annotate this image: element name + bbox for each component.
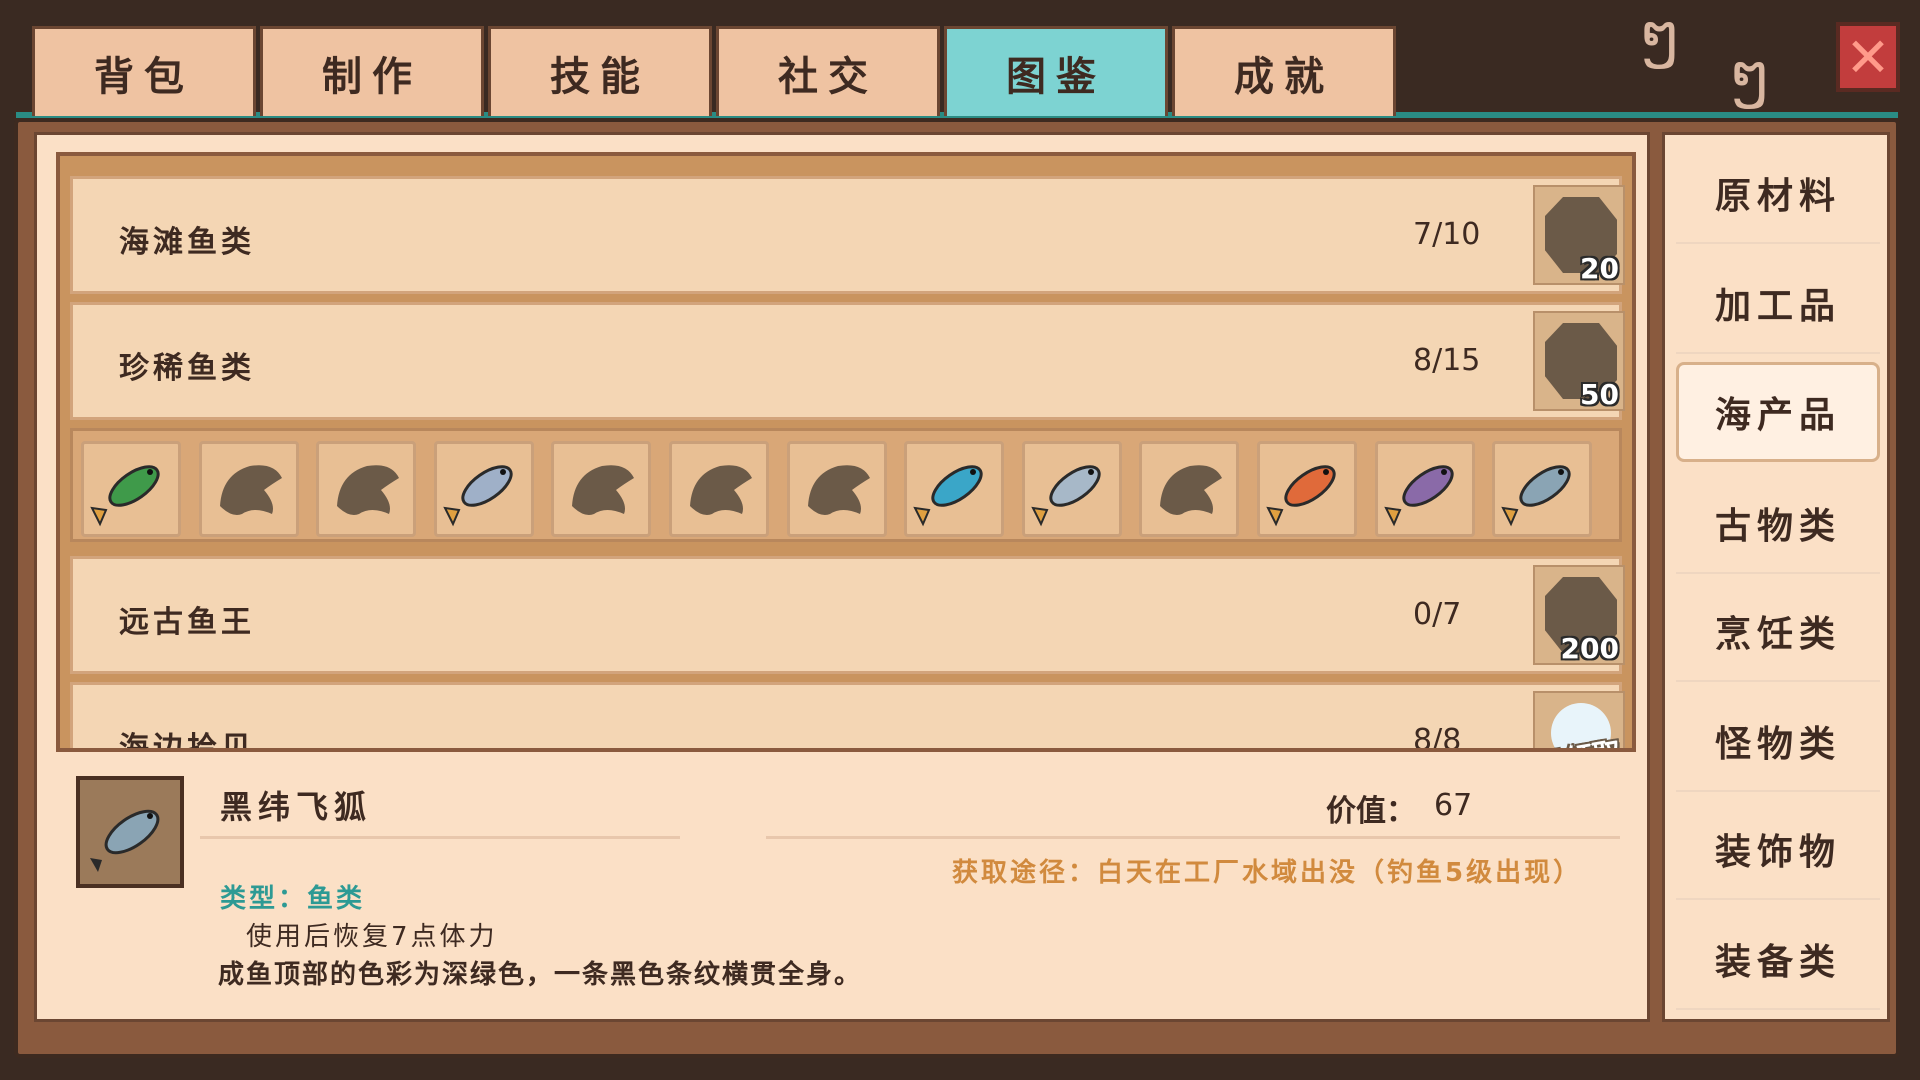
reward-amount: 20 <box>1580 252 1619 285</box>
description-text: 成鱼顶部的色彩为深绿色，一条黑色条纹横贯全身。 <box>218 960 863 990</box>
collection-row-beach-fish[interactable]: 海滩鱼类 7/10 20 <box>70 176 1625 294</box>
tab-crafting[interactable]: 制作 <box>260 26 484 116</box>
fish-slot[interactable] <box>433 441 534 537</box>
category-raw-materials[interactable]: 原材料 <box>1676 144 1880 244</box>
category-monsters[interactable]: 怪物类 <box>1676 692 1880 792</box>
reward-amount: 200 <box>1560 632 1619 665</box>
source-text: 获取途径：白天在工厂水域出没（钓鱼5级出现） <box>952 858 1583 888</box>
collection-row-rare-fish[interactable]: 珍稀鱼类 8/15 50 <box>70 302 1625 420</box>
tab-collection[interactable]: 图鉴 <box>944 26 1168 116</box>
unknown-fish-silhouette-icon <box>807 465 870 515</box>
reward-box[interactable]: 20 <box>1533 185 1625 285</box>
category-decorations[interactable]: 装饰物 <box>1676 800 1880 900</box>
tab-social[interactable]: 社交 <box>716 26 940 116</box>
unknown-fish-silhouette-icon <box>572 465 635 515</box>
reward-box[interactable]: 200 <box>1533 565 1625 665</box>
swirl-decoration-icon: ໆ <box>1640 0 1681 70</box>
collection-progress: 7/10 <box>1413 217 1481 252</box>
black-stripe-fish-icon <box>90 809 160 872</box>
reward-box[interactable]: 50 <box>1533 311 1625 411</box>
fish-slot[interactable] <box>669 441 769 537</box>
unknown-fish-silhouette-icon <box>219 465 282 515</box>
collection-progress: 8/8 <box>1413 723 1462 752</box>
type-text: 类型：鱼类 <box>220 884 366 914</box>
collection-row-ancient-fish-king[interactable]: 远古鱼王 0/7 200 <box>70 556 1625 674</box>
purple-fish-icon <box>1383 465 1454 527</box>
category-seafood[interactable]: 海产品 <box>1676 362 1880 462</box>
blue-fish-icon <box>913 465 983 527</box>
red-fish-icon <box>1266 465 1336 527</box>
reward-amount: 50 <box>1580 378 1619 411</box>
fish-slot[interactable] <box>1257 441 1357 537</box>
collection-title: 远古鱼王 <box>119 605 255 640</box>
tab-skills[interactable]: 技能 <box>488 26 712 116</box>
fish-slot[interactable] <box>1374 441 1475 537</box>
fish-slot[interactable] <box>316 441 417 537</box>
category-processed-goods[interactable]: 加工品 <box>1676 254 1880 354</box>
fish-slot[interactable] <box>1492 441 1593 537</box>
pufferfish-icon <box>1031 465 1101 527</box>
tab-backpack[interactable]: 背包 <box>32 26 256 116</box>
fish-slot[interactable] <box>1021 441 1122 537</box>
collection-progress: 8/15 <box>1413 343 1481 378</box>
category-cooking[interactable]: 烹饪类 <box>1676 582 1880 682</box>
green-fish-icon <box>90 465 160 527</box>
unknown-fish-silhouette-icon <box>337 465 400 515</box>
category-equipment[interactable]: 装备类 <box>1676 910 1880 1010</box>
fish-slot[interactable] <box>1139 441 1240 537</box>
collection-row-seaside-shells[interactable]: 海边拾贝 8/8 已领取 <box>70 682 1625 752</box>
fish-slot[interactable] <box>904 441 1005 537</box>
category-artifacts[interactable]: 古物类 <box>1676 474 1880 574</box>
fish-slot[interactable] <box>551 441 652 537</box>
fish-slot[interactable] <box>198 441 299 537</box>
fish-grid <box>70 428 1622 542</box>
unknown-fish-silhouette-icon <box>1160 465 1223 515</box>
tab-achievements[interactable]: 成就 <box>1172 26 1396 116</box>
effect-text: 使用后恢复7点体力 <box>246 922 498 952</box>
collection-list[interactable]: 海滩鱼类 7/10 20 珍稀鱼类 8/15 50 远古鱼王 0/7 200 海… <box>56 152 1636 752</box>
selected-item-name: 黑纬飞狐 <box>220 788 373 826</box>
collection-progress: 0/7 <box>1413 597 1462 632</box>
value-label: 价值： <box>1326 794 1416 829</box>
close-x-icon: ✕ <box>1845 25 1891 89</box>
divider <box>766 836 1620 839</box>
fish-slot[interactable] <box>786 441 887 537</box>
collection-title: 海滩鱼类 <box>119 225 255 260</box>
collection-title: 珍稀鱼类 <box>119 351 255 386</box>
collection-title: 海边拾贝 <box>119 731 255 752</box>
reward-box[interactable]: 已领取 <box>1533 691 1625 748</box>
value-amount: 67 <box>1434 788 1473 823</box>
selected-fish-icon <box>76 776 184 888</box>
swirl-decoration-icon: ໆ <box>1730 40 1771 110</box>
divider <box>200 836 680 839</box>
close-button[interactable]: ✕ <box>1836 22 1900 92</box>
black-stripe-fish-icon <box>1501 465 1571 527</box>
fish-slot[interactable] <box>81 441 181 537</box>
silver-orange-fish-icon <box>443 465 513 527</box>
unknown-starfish-silhouette-icon <box>690 465 752 515</box>
